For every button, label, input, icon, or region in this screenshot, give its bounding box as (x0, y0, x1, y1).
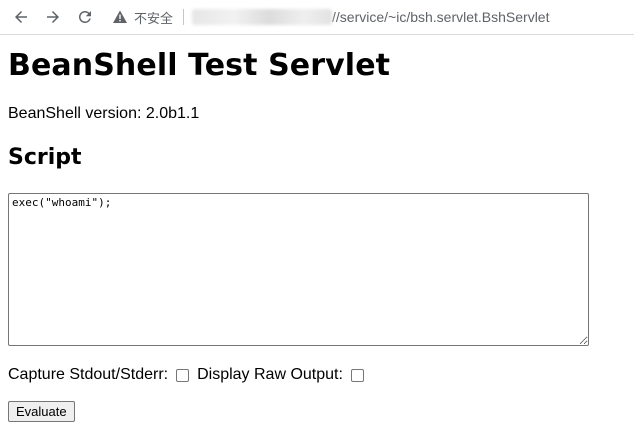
raw-output-label: Display Raw Output: (197, 366, 343, 383)
script-textarea[interactable] (8, 193, 589, 346)
raw-output-checkbox[interactable] (350, 368, 364, 382)
redacted-host (192, 9, 333, 25)
reload-icon[interactable] (72, 4, 98, 30)
address-bar[interactable]: 不安全 //service/~ic/bsh.servlet.BshServlet (106, 3, 634, 31)
page-content: BeanShell Test Servlet BeanShell version… (8, 34, 628, 422)
back-arrow-icon[interactable] (8, 4, 34, 30)
url-text[interactable]: //service/~ic/bsh.servlet.BshServlet (332, 9, 549, 25)
browser-toolbar: 不安全 //service/~ic/bsh.servlet.BshServlet (0, 0, 634, 35)
forward-arrow-icon[interactable] (40, 4, 66, 30)
capture-label: Capture Stdout/Stderr: (8, 366, 169, 383)
address-divider (183, 9, 185, 25)
page-title: BeanShell Test Servlet (8, 48, 391, 83)
options-row: Capture Stdout/Stderr: Display Raw Outpu… (8, 365, 628, 385)
script-heading: Script (8, 145, 82, 170)
version-text: BeanShell version: 2.0b1.1 (8, 105, 200, 122)
capture-checkbox[interactable] (176, 368, 190, 382)
evaluate-button[interactable]: Evaluate (8, 401, 75, 422)
security-status-label[interactable]: 不安全 (134, 8, 173, 27)
warning-triangle-icon[interactable] (112, 9, 128, 25)
